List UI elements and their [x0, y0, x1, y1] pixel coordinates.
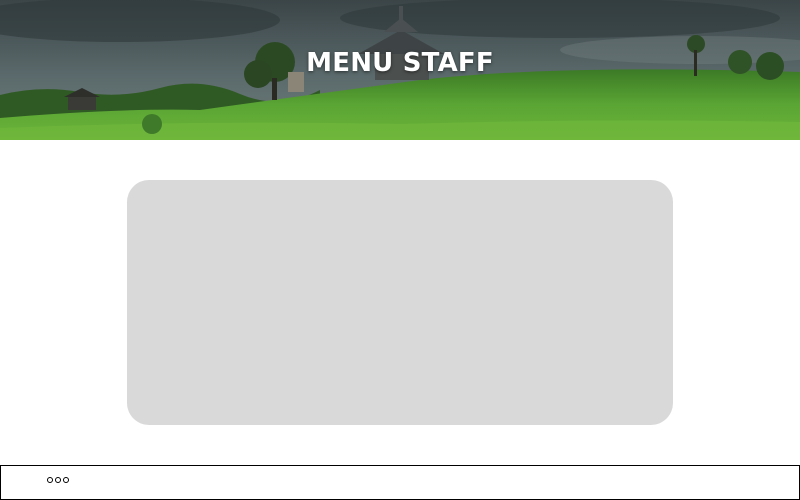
page-title: MENU STAFF [306, 48, 494, 78]
hero-banner: MENU STAFF [0, 0, 800, 140]
more-options-button[interactable] [47, 477, 69, 483]
more-horizontal-icon [63, 477, 69, 483]
page: MENU STAFF [0, 0, 800, 500]
more-horizontal-icon [55, 477, 61, 483]
bottom-bar [0, 465, 800, 500]
content-placeholder [127, 180, 673, 425]
more-horizontal-icon [47, 477, 53, 483]
